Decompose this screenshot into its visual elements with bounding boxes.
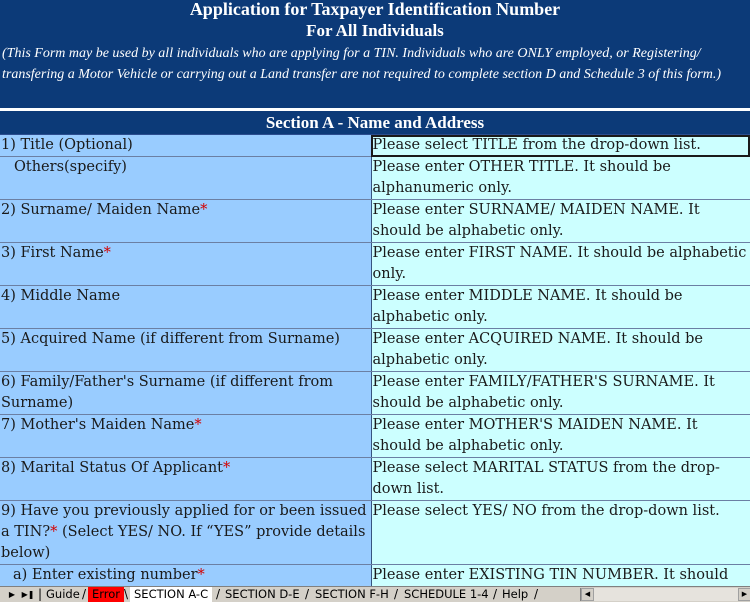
sheet-tab-bar: ▶ ▶❚ | Guide / Error \ SECTION A-C / SEC… [0,586,750,602]
field-label: 2) Surname/ Maiden Name* [0,199,372,243]
required-marker: * [223,460,231,476]
field-label: 8) Marital Status Of Applicant* [0,457,372,501]
field-label-text: 6) Family/Father's Surname (if different… [1,374,334,411]
form-row: 9) Have you previously applied for or be… [0,500,750,565]
field-hint: Please enter ACQUIRED NAME. It should be… [372,331,703,368]
field-hint: Please select YES/ NO from the drop-down… [372,503,720,519]
form-row: Others(specify) Please enter OTHER TITLE.… [0,156,750,200]
field-hint: Please enter MIDDLE NAME. It should be a… [372,288,683,325]
field-input-cell[interactable]: Please select MARITAL STATUS from the dr… [371,457,750,501]
field-hint: Please enter FIRST NAME. It should be al… [372,245,747,282]
field-hint: Please enter FAMILY/FATHER'S SURNAME. It… [372,374,715,411]
field-input-cell[interactable]: Please enter OTHER TITLE. It should be a… [371,156,750,200]
tab-separator: \ [124,587,129,601]
form-row: a) Enter existing number* Please enter EX… [0,564,750,586]
form-title: Application for Taxpayer Identification … [0,0,750,20]
arrow-right-icon[interactable]: ▶ [738,588,750,601]
required-marker: * [200,202,208,218]
field-label-text: 7) Mother's Maiden Name [1,417,195,433]
required-marker: * [103,245,111,261]
tab-separator: / [82,587,87,601]
tab-help[interactable]: Help [498,587,532,602]
field-input-cell[interactable]: Please enter MIDDLE NAME. It should be a… [371,285,750,329]
field-input-cell[interactable]: Please enter EXISTING TIN NUMBER. It sho… [371,564,750,586]
form-row: 2) Surname/ Maiden Name* Please enter SUR… [0,199,750,243]
field-input-cell[interactable]: Please enter FAMILY/FATHER'S SURNAME. It… [371,371,750,415]
field-label-text: 3) First Name [1,245,104,261]
field-label: 3) First Name* [0,242,372,286]
field-hint: Please enter EXISTING TIN NUMBER. It sho… [372,567,729,583]
tab-error[interactable]: Error [88,587,125,602]
field-label: Others(specify) [0,156,372,200]
field-label-text: Others(specify) [14,159,127,175]
tab-schedule-1-4[interactable]: SCHEDULE 1-4 [400,587,493,602]
field-label: 4) Middle Name [0,285,372,329]
tab-section-d-e[interactable]: SECTION D-E [221,587,304,602]
field-input-cell[interactable]: Please enter MOTHER'S MAIDEN NAME. It sh… [371,414,750,458]
field-hint: Please enter OTHER TITLE. It should be a… [372,159,671,196]
form-row: 8) Marital Status Of Applicant* Please se… [0,457,750,501]
field-label: 1) Title (Optional) [0,135,372,157]
field-label-text: 5) Acquired Name (if different from Surn… [1,331,340,347]
field-label-text: 1) Title (Optional) [1,137,133,153]
form-row: 6) Family/Father's Surname (if different… [0,371,750,415]
field-label: 6) Family/Father's Surname (if different… [0,371,372,415]
form-row: 1) Title (Optional) Please select TITLE f… [0,135,750,157]
field-label-text: a) Enter existing number [13,567,198,583]
field-label: 9) Have you previously applied for or be… [0,500,372,565]
tab-separator: / [394,587,399,601]
form-row: 4) Middle Name Please enter MIDDLE NAME. … [0,285,750,329]
play-right-icon[interactable]: ▶ [5,588,19,601]
form-row: 5) Acquired Name (if different from Surn… [0,328,750,372]
field-label: 5) Acquired Name (if different from Surn… [0,328,372,372]
form-intro: (This Form may be used by all individual… [0,42,750,111]
field-hint: Please select TITLE from the drop-down l… [372,137,701,153]
field-input-cell[interactable]: Please select YES/ NO from the drop-down… [371,500,750,565]
required-marker: * [197,567,205,583]
skip-last-icon[interactable]: ▶❚ [21,588,35,601]
tab-section-f-h[interactable]: SECTION F-H [311,587,393,602]
tab-separator: / [493,587,498,601]
field-hint: Please enter SURNAME/ MAIDEN NAME. It sh… [372,202,700,239]
field-label: a) Enter existing number* [0,564,372,586]
tab-guide[interactable]: Guide [42,587,84,602]
field-label-text: 2) Surname/ Maiden Name [1,202,201,218]
horizontal-scrollbar[interactable]: ◀ ▶ [580,588,750,601]
field-hint: Please enter MOTHER'S MAIDEN NAME. It sh… [372,417,698,454]
field-label-text: 8) Marital Status Of Applicant [1,460,223,476]
section-a-heading: Section A - Name and Address [0,111,750,135]
form-row: 3) First Name* Please enter FIRST NAME. I… [0,242,750,286]
field-input-cell[interactable]: Please enter ACQUIRED NAME. It should be… [371,328,750,372]
tab-separator: / [305,587,310,601]
worksheet: Application for Taxpayer Identification … [0,0,750,586]
required-marker: * [194,417,202,433]
form-subtitle: For All Individuals [0,20,750,42]
field-hint: Please select MARITAL STATUS from the dr… [372,460,720,497]
field-label-text: 4) Middle Name [1,288,121,304]
field-input-cell[interactable]: Please enter SURNAME/ MAIDEN NAME. It sh… [371,199,750,243]
tab-separator: / [534,587,539,601]
tab-separator: / [216,587,221,601]
arrow-left-icon[interactable]: ◀ [581,588,594,601]
form-grid: 1) Title (Optional) Please select TITLE f… [0,135,750,586]
field-label: 7) Mother's Maiden Name* [0,414,372,458]
tab-section-a-c[interactable]: SECTION A-C [130,587,213,602]
form-row: 7) Mother's Maiden Name* Please enter MOT… [0,414,750,458]
field-input-cell[interactable]: Please enter FIRST NAME. It should be al… [371,242,750,286]
field-input-cell[interactable]: Please select TITLE from the drop-down l… [371,135,750,157]
